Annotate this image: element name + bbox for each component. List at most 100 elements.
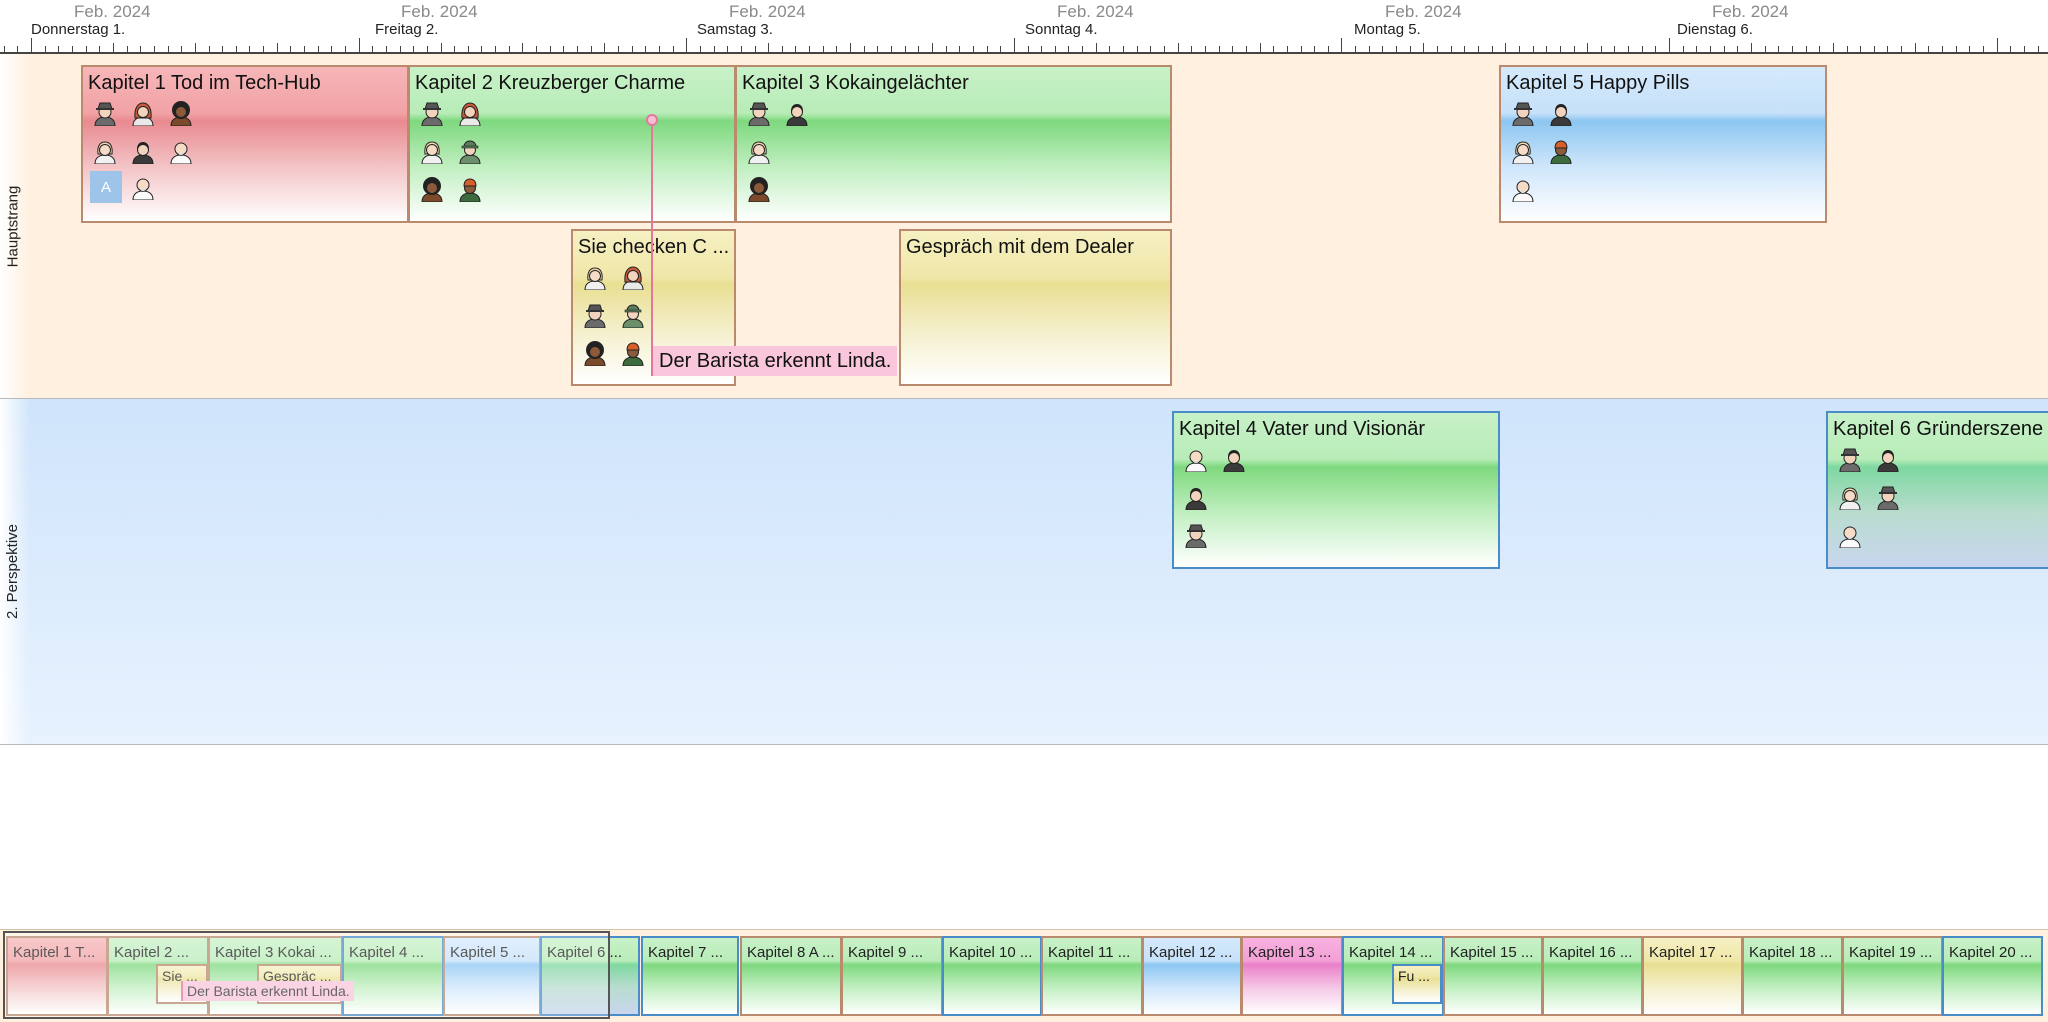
avatar-icon (1837, 522, 1863, 548)
avatar-icon (1837, 446, 1863, 472)
avatar-icon (130, 100, 156, 126)
avatar-icon (582, 302, 608, 328)
ruler-tick (1901, 46, 1902, 52)
event-card-kapitel-3[interactable]: Kapitel 3 Kokaingelächter (735, 65, 1172, 223)
ruler-tick (686, 38, 688, 52)
day-label-1: Donnerstag 1. (31, 21, 126, 38)
overview-item[interactable]: Kapitel 12 ... (1142, 936, 1242, 1016)
ruler-tick (1600, 46, 1602, 52)
lane-perspektive[interactable]: 2. Perspektive (0, 399, 2048, 745)
ruler-tick (1396, 46, 1397, 52)
ruler-tick (1259, 43, 1261, 52)
event-card-kapitel-6[interactable]: Kapitel 6 Gründerszene (1826, 411, 2048, 569)
ruler-tick (1710, 46, 1711, 52)
avatar-icon (130, 174, 156, 200)
ruler-tick (590, 46, 592, 52)
placeholder-avatar: A (90, 171, 122, 203)
ruler-tick (1587, 43, 1589, 52)
overview-viewport-handle[interactable] (3, 931, 610, 1019)
event-card-kapitel-1[interactable]: Kapitel 1 Tod im Tech-Hub A (81, 65, 409, 223)
event-card-kapitel-4[interactable]: Kapitel 4 Vater und Visionär (1172, 411, 1500, 569)
month-label: Feb. 2024 (1712, 2, 1789, 21)
ruler-tick (809, 46, 811, 52)
overview-item[interactable]: Kapitel 17 ... (1642, 936, 1743, 1016)
note-connector (651, 118, 653, 376)
avatar-icon (92, 100, 118, 126)
ruler-tick (1191, 46, 1193, 52)
month-label: Feb. 2024 (74, 2, 151, 21)
ruler-tick (304, 46, 305, 52)
ruler-tick (1150, 46, 1152, 52)
ruler-tick (781, 46, 783, 52)
overview-item[interactable]: Kapitel 16 ... (1542, 936, 1643, 1016)
overview-item[interactable]: Kapitel 18 ... (1742, 936, 1843, 1016)
ruler-tick (1327, 46, 1329, 52)
avatar-icon (1548, 100, 1574, 126)
ruler-tick (1368, 46, 1370, 52)
overview-item[interactable]: Kapitel 8 A ... (740, 936, 842, 1016)
ruler-tick (1054, 46, 1056, 52)
ruler-tick (481, 46, 483, 52)
ruler-tick (344, 46, 346, 52)
avatar-icon (746, 138, 772, 164)
avatar-icon (1183, 446, 1209, 472)
day-label-6: Dienstag 6. (1677, 21, 1753, 38)
ruler-tick (1887, 46, 1889, 52)
overview-item[interactable]: Kapitel 15 ... (1443, 936, 1543, 1016)
ruler-tick (1286, 46, 1288, 52)
ruler-tick (850, 43, 851, 52)
event-title: Kapitel 5 Happy Pills (1506, 72, 1690, 94)
ruler-tick (358, 38, 360, 52)
time-ruler[interactable]: Feb. 2024 Feb. 2024 Feb. 2024 Feb. 2024 … (0, 0, 2048, 54)
ruler-tick (1532, 46, 1534, 52)
overview-item[interactable]: Kapitel 11 ... (1041, 936, 1143, 1016)
month-label: Feb. 2024 (1057, 2, 1134, 21)
note-anchor-handle[interactable] (646, 114, 658, 126)
ruler-tick (1273, 46, 1275, 52)
ruler-tick (877, 46, 879, 52)
avatar-icon (1510, 138, 1536, 164)
overview-item[interactable]: Kapitel 20 ... (1942, 936, 2043, 1016)
ruler-tick (1068, 46, 1070, 52)
overview-item[interactable]: Kapitel 9 ... (841, 936, 943, 1016)
avatar-icon (1875, 484, 1901, 510)
ruler-tick (1314, 46, 1316, 52)
overview-item[interactable]: Kapitel 10 ... (942, 936, 1042, 1016)
ruler-tick (235, 46, 237, 52)
ruler-tick (1860, 46, 1862, 52)
ruler-tick (1382, 46, 1384, 52)
event-title: Kapitel 3 Kokaingelächter (742, 72, 969, 94)
overview-item[interactable]: Kapitel 19 ... (1842, 936, 1943, 1016)
ruler-tick (85, 46, 87, 52)
avatar-icon (1510, 100, 1536, 126)
ruler-tick (1232, 46, 1234, 52)
ruler-tick (2037, 46, 2039, 52)
overview-item-label: Kapitel 9 ... (848, 944, 924, 961)
day-label-5: Montag 5. (1354, 21, 1421, 38)
ruler-tick (945, 46, 947, 52)
lane-label-text: Hauptstrang (4, 185, 22, 267)
avatar-icon (130, 138, 156, 164)
avatar-icon (620, 340, 646, 366)
ruler-tick (58, 46, 60, 52)
ruler-tick (1942, 46, 1943, 52)
event-card-kapitel-5[interactable]: Kapitel 5 Happy Pills (1499, 65, 1827, 223)
ruler-tick (1805, 46, 1807, 52)
ruler-tick (631, 46, 633, 52)
ruler-tick (1136, 46, 1138, 52)
ruler-tick (658, 46, 660, 52)
overview-subitem[interactable]: Fu ... (1392, 964, 1442, 1004)
event-card-gespraech-dealer[interactable]: Gespräch mit dem Dealer (899, 229, 1172, 386)
ruler-tick (495, 46, 497, 52)
ruler-tick (740, 46, 742, 52)
event-title: Gespräch mit dem Dealer (906, 236, 1134, 258)
ruler-tick (1914, 43, 1916, 52)
ruler-tick (317, 46, 319, 52)
overview-item[interactable]: Kapitel 13 ... (1241, 936, 1343, 1016)
event-card-kapitel-2[interactable]: Kapitel 2 Kreuzberger Charme (408, 65, 736, 223)
note-label[interactable]: Der Barista erkennt Linda. (653, 346, 898, 376)
avatar-icon (746, 100, 772, 126)
overview-item[interactable]: Kapitel 7 ... (641, 936, 739, 1016)
lane-label: Hauptstrang (0, 54, 26, 398)
overview-navigator[interactable]: Kapitel 1 T... Kapitel 2 ... Kapitel 3 K… (0, 929, 2048, 1022)
